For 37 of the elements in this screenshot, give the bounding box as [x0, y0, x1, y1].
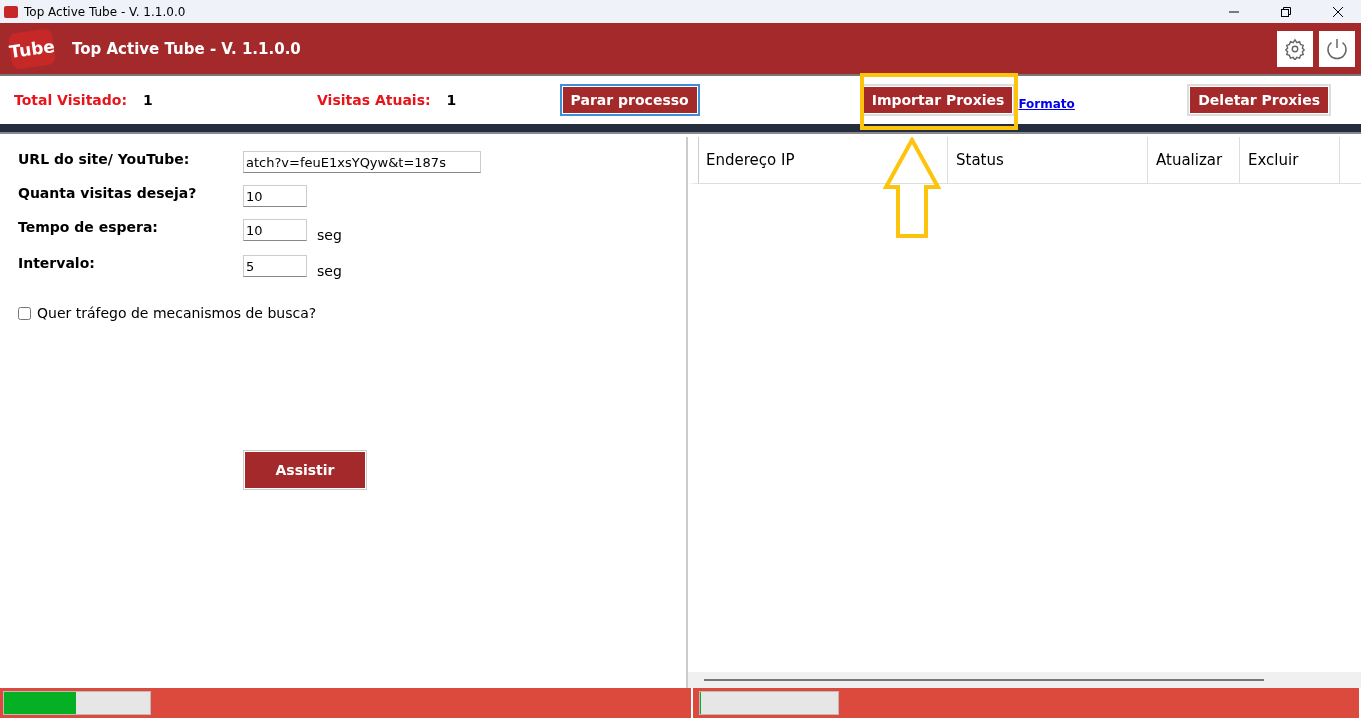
stat-value: 1	[143, 92, 154, 108]
input-field[interactable]: 10	[243, 219, 307, 241]
stat-label: Visitas Atuais:	[317, 92, 431, 108]
field-label: Intervalo:	[18, 255, 96, 271]
format-link[interactable]: Formato	[1018, 97, 1075, 111]
settings-icon	[1284, 37, 1306, 60]
input-field[interactable]: 10	[243, 185, 307, 207]
settings-button[interactable]	[1277, 30, 1313, 67]
power-button[interactable]	[1319, 30, 1355, 67]
horizontal-scrollbar[interactable]	[688, 672, 1361, 688]
delete-button[interactable]: Deletar Proxies	[1190, 87, 1328, 113]
close-icon	[1333, 6, 1343, 17]
logo: Tube	[7, 27, 57, 70]
column-header: Excluir	[1240, 137, 1340, 183]
power-icon	[1325, 36, 1349, 61]
checkbox[interactable]	[18, 306, 31, 320]
input-field[interactable]: 5	[243, 255, 307, 277]
unit-label: seg	[317, 263, 342, 279]
column-header: Atualizar	[1148, 137, 1240, 183]
input-field[interactable]: atch?v=feuE1xsYQyw&t=187s	[243, 151, 481, 173]
up-arrow-icon	[883, 137, 941, 239]
import-button[interactable]: Importar Proxies	[863, 87, 1013, 113]
column-header: Status	[948, 137, 1148, 183]
stat-value: 1	[446, 92, 458, 108]
field-label: Quanta visitas deseja?	[18, 185, 198, 201]
field-label: URL do site/ YouTube:	[18, 151, 191, 167]
stop-button[interactable]: Parar processo	[562, 87, 697, 113]
watch-button[interactable]: Assistir	[244, 451, 366, 489]
window-title: Top Active Tube - V. 1.1.0.0	[24, 4, 187, 19]
stat-label: Total Visitado:	[14, 92, 128, 108]
checkbox-label: Quer tráfego de mecanismos de busca?	[37, 305, 317, 321]
app-icon	[4, 5, 18, 18]
app-title: Top Active Tube - V. 1.1.0.0	[72, 39, 302, 58]
unit-label: seg	[317, 227, 342, 243]
field-label: Tempo de espera:	[18, 219, 159, 235]
restore-icon	[1281, 6, 1291, 17]
column-header: Endereço IP	[698, 137, 948, 183]
